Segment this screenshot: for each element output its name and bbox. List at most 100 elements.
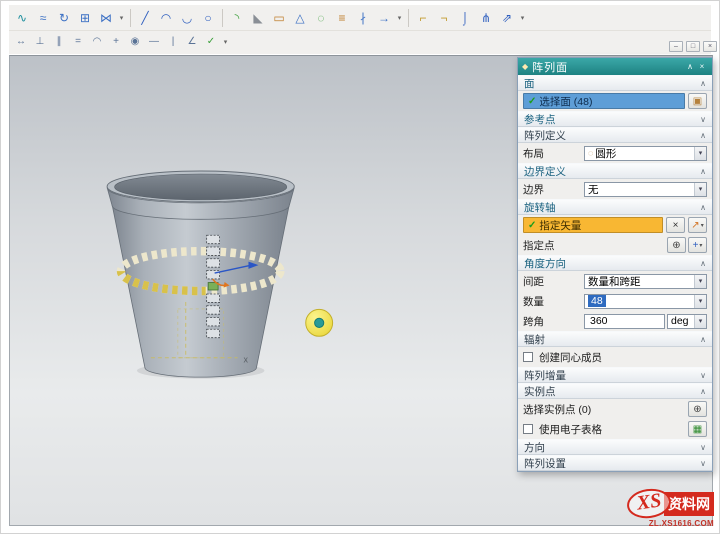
recipe-group-dropdown[interactable]: ▾ (518, 8, 527, 27)
instance-point-select-icon: ⊕ (693, 404, 701, 415)
intersection-curve-tool[interactable]: ⋔ (476, 8, 496, 27)
coincident-constraint-tool[interactable]: + (107, 34, 125, 51)
vector-options-icon: ↗ (691, 220, 699, 231)
select-face[interactable]: ✓选择面 (48) (523, 93, 685, 109)
chamfer-tool[interactable]: ◣ (248, 8, 268, 27)
row-control: 360 deg ▾ (584, 314, 707, 329)
face-rule-button[interactable]: ▣ (688, 93, 707, 109)
section-radiate[interactable]: 辐射∧ (518, 331, 712, 347)
polygon-tool[interactable]: △ (290, 8, 310, 27)
point-options-dropdown-arrow: ▾ (699, 242, 702, 249)
chevron-up-icon: ∧ (700, 79, 706, 88)
spline-tool[interactable]: ≈ (33, 8, 53, 27)
offset-tool[interactable]: ≡ (332, 8, 352, 27)
derived-line-tool[interactable]: ⇗ (497, 8, 517, 27)
section-pattern-definition[interactable]: 阵列定义∧ (518, 127, 712, 143)
select-instance-point-row: 选择实例点 (0)⊕ (518, 399, 712, 419)
application-window: ∿≈↻⊞⋈▾╱◠◡○◝◣▭△◌≡∤→▾⌐¬⌡⋔⇗▾ ↔⊥∥=◠+◉―|∠✓▾ –… (0, 0, 720, 534)
extend-tool[interactable]: → (374, 8, 394, 27)
dialog-collapse[interactable]: ∧ (684, 60, 696, 73)
specify-vector[interactable]: ✓指定矢量 (523, 217, 663, 233)
vector-options-button[interactable]: ↗▾ (688, 217, 707, 233)
instance-point-select-button[interactable]: ⊕ (688, 401, 707, 417)
spacing-dropdown[interactable]: 数量和跨距▾ (584, 274, 707, 289)
section-pattern-increment[interactable]: 阵列增量∨ (518, 367, 712, 383)
mirror-curve-tool[interactable]: ⋈ (96, 8, 116, 27)
quick-trim-tool[interactable]: ¬ (434, 8, 454, 27)
vector-dialog-icon: × (673, 220, 679, 231)
angle-constraint-tool[interactable]: ∠ (183, 34, 201, 51)
section-face[interactable]: 面∧ (518, 75, 712, 91)
chevron-up-icon: ∧ (700, 203, 706, 212)
layout-option-icon: ◌ (588, 148, 593, 158)
drag-handle-center[interactable] (315, 318, 324, 327)
fillet-tool[interactable]: ◝ (227, 8, 247, 27)
section-reference-point[interactable]: 参考点∨ (518, 111, 712, 127)
count-row: 数量48▾ (518, 291, 712, 311)
section-instance-points[interactable]: 实例点∧ (518, 383, 712, 399)
geometric-constraints-tool[interactable]: ⊥ (31, 34, 49, 51)
close-window[interactable]: × (703, 41, 717, 52)
constraints-group-dropdown[interactable]: ▾ (221, 33, 230, 52)
row-control: 48▾ (584, 294, 707, 309)
drag-handle[interactable] (306, 309, 333, 336)
dialog-title-bar[interactable]: ◆ 阵列面 ∧× (518, 58, 712, 75)
section-angle-direction[interactable]: 角度方向∧ (518, 255, 712, 271)
section-label: 旋转轴 (524, 200, 700, 215)
section-label: 辐射 (524, 332, 700, 347)
section-label: 阵列增量 (524, 368, 700, 383)
unit-arrow-icon: ▾ (694, 315, 706, 328)
auto-constrain-tool[interactable]: ✓ (202, 34, 220, 51)
equal-constraint-tool[interactable]: = (69, 34, 87, 51)
watermark-site: 资料网 (664, 492, 714, 516)
offset-curve-tool[interactable]: ↻ (54, 8, 74, 27)
section-rotation-axis[interactable]: 旋转轴∧ (518, 199, 712, 215)
section-label: 实例点 (524, 384, 700, 399)
layout-dropdown[interactable]: ◌圆形▾ (584, 146, 707, 161)
tangent-constraint-tool[interactable]: ◠ (88, 34, 106, 51)
project-curve-tool[interactable]: ⌡ (455, 8, 475, 27)
vertical-constraint-tool[interactable]: | (164, 34, 182, 51)
restore-window[interactable]: □ (686, 41, 700, 52)
boundary-dropdown[interactable]: 无▾ (584, 182, 707, 197)
section-label: 边界定义 (524, 164, 700, 179)
point-on-curve-tool[interactable]: ◉ (126, 34, 144, 51)
line-tool[interactable]: ╱ (135, 8, 155, 27)
unit-value: deg (671, 315, 689, 327)
point-dialog-button[interactable]: ⊕ (667, 237, 686, 253)
dialog-close[interactable]: × (696, 60, 708, 73)
trim-tool[interactable]: ∤ (353, 8, 373, 27)
circle-tool[interactable]: ○ (198, 8, 218, 27)
row-control: 数量和跨距▾ (584, 274, 707, 289)
pattern-curve-tool[interactable]: ⊞ (75, 8, 95, 27)
span-angle-input[interactable]: 360 (584, 314, 665, 329)
make-corner-tool[interactable]: ⌐ (413, 8, 433, 27)
profile-tool[interactable]: ∿ (12, 8, 32, 27)
span-angle-unit-dropdown[interactable]: deg ▾ (667, 314, 707, 329)
use-spreadsheet-checkbox[interactable] (523, 424, 533, 434)
minimize-window[interactable]: – (669, 41, 683, 52)
curve-group-dropdown[interactable]: ▾ (117, 8, 126, 27)
section-pattern-settings[interactable]: 阵列设置∨ (518, 455, 712, 471)
three-point-arc-tool[interactable]: ◡ (177, 8, 197, 27)
section-boundary-definition[interactable]: 边界定义∧ (518, 163, 712, 179)
row-label: 间距 (523, 274, 581, 289)
span-angle-row: 跨角360deg▾ (518, 311, 712, 331)
spreadsheet-button[interactable]: ▦ (688, 421, 707, 437)
horizontal-constraint-tool[interactable]: ― (145, 34, 163, 51)
cup-model[interactable] (107, 171, 294, 377)
parallel-constraint-tool[interactable]: ∥ (50, 34, 68, 51)
section-orientation[interactable]: 方向∨ (518, 439, 712, 455)
rapid-dimension-tool[interactable]: ↔ (12, 34, 30, 51)
edit-group-dropdown[interactable]: ▾ (395, 8, 404, 27)
point-options-button[interactable]: +▾ (688, 237, 707, 253)
dialog-title: 阵列面 (532, 59, 684, 75)
arc-tool[interactable]: ◠ (156, 8, 176, 27)
selected-face-column[interactable] (207, 235, 220, 337)
ellipse-tool[interactable]: ◌ (311, 8, 331, 27)
boundary-row: 边界无▾ (518, 179, 712, 199)
count-input[interactable]: 48▾ (584, 294, 707, 309)
vector-dialog-button[interactable]: × (666, 217, 685, 233)
rectangle-tool[interactable]: ▭ (269, 8, 289, 27)
create-concentric-checkbox[interactable] (523, 352, 533, 362)
